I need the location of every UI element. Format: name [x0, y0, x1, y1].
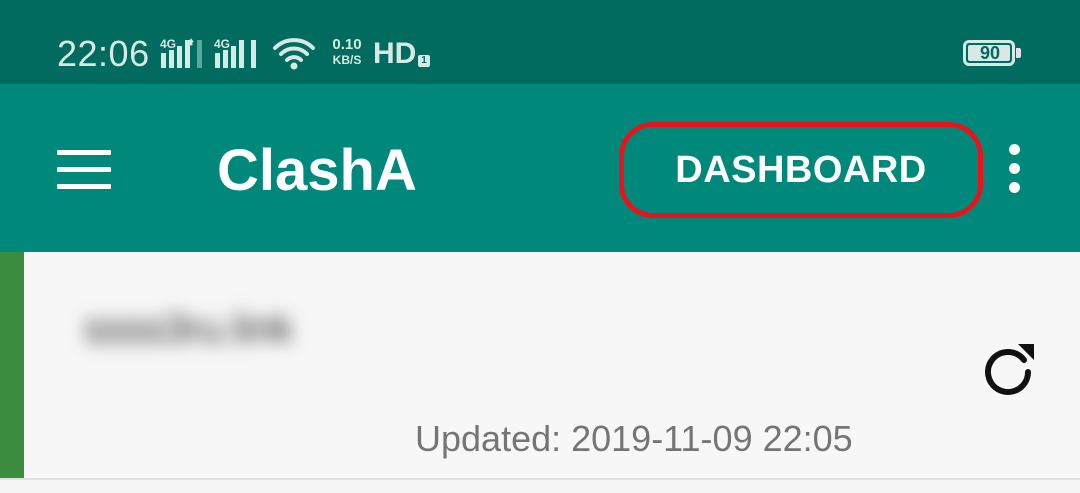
app-bar: ClashA DASHBOARD	[0, 84, 1080, 252]
status-time: 22:06	[57, 33, 150, 74]
dashboard-label: DASHBOARD	[675, 149, 927, 191]
active-profile-indicator	[0, 252, 24, 478]
profile-name: ssss3ru.link	[84, 307, 293, 351]
hamburger-menu-icon[interactable]	[40, 124, 130, 214]
battery-tip	[1016, 48, 1021, 58]
refresh-icon[interactable]	[972, 334, 1044, 406]
net-speed-unit: KB/S	[332, 53, 362, 67]
more-vert-icon[interactable]	[990, 134, 1038, 206]
battery-level: 90	[979, 43, 1001, 63]
app-title: ClashA	[217, 138, 417, 203]
wifi-icon	[273, 38, 315, 70]
hd-voice-icon: HD	[373, 37, 417, 70]
divider	[0, 478, 1080, 480]
status-bar: 22:06 4G 4G 0.10 KB/S HD 1 90	[0, 0, 1080, 84]
hd-voice-sub: 1	[418, 55, 430, 67]
battery-icon: 90	[963, 40, 1015, 66]
net-speed-value: 0.10	[332, 36, 362, 53]
profile-card[interactable]: ssss3ru.link Updated: 2019-11-09 22:05	[0, 252, 1080, 478]
profile-updated-time: Updated: 2019-11-09 22:05	[415, 418, 853, 459]
dashboard-button[interactable]: DASHBOARD	[619, 122, 983, 218]
